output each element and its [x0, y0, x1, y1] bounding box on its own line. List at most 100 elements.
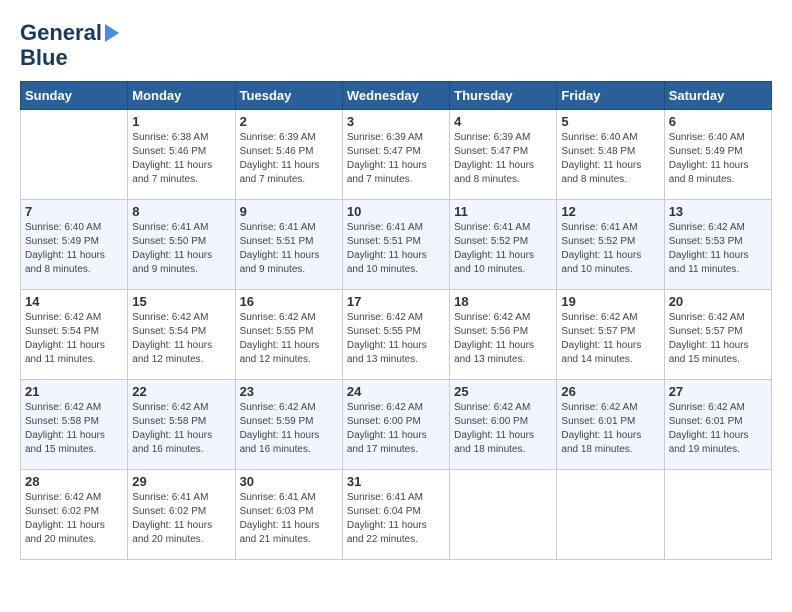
calendar-day-cell: 15Sunrise: 6:42 AMSunset: 5:54 PMDayligh… [128, 289, 235, 379]
calendar-day-cell [21, 109, 128, 199]
calendar-day-cell [557, 469, 664, 559]
day-number: 19 [561, 294, 659, 309]
calendar-header-saturday: Saturday [664, 81, 771, 109]
day-number: 9 [240, 204, 338, 219]
day-number: 27 [669, 384, 767, 399]
day-info: Sunrise: 6:41 AMSunset: 5:52 PMDaylight:… [561, 221, 659, 277]
calendar-day-cell: 11 Sunrise: 6:41 AMSunset: 5:52 PMDayligh… [450, 199, 557, 289]
day-number: 2 [240, 114, 338, 129]
calendar-day-cell: 23Sunrise: 6:42 AMSunset: 5:59 PMDayligh… [235, 379, 342, 469]
day-info: Sunrise: 6:42 AMSunset: 6:02 PMDaylight:… [25, 491, 123, 547]
day-info: Sunrise: 6:42 AMSunset: 5:57 PMDaylight:… [669, 311, 767, 367]
logo-general: General [20, 20, 102, 45]
day-number: 20 [669, 294, 767, 309]
calendar-day-cell: 9 Sunrise: 6:41 AMSunset: 5:51 PMDaylight… [235, 199, 342, 289]
day-number: 30 [240, 474, 338, 489]
day-number: 26 [561, 384, 659, 399]
calendar-day-cell: 10 Sunrise: 6:41 AMSunset: 5:51 PMDayligh… [342, 199, 449, 289]
day-number: 25 [454, 384, 552, 399]
day-number: 13 [669, 204, 767, 219]
day-info: Sunrise: 6:41 AMSunset: 5:51 PMDaylight:… [347, 221, 445, 277]
day-info: Sunrise: 6:42 AMSunset: 5:58 PMDaylight:… [25, 401, 123, 457]
calendar-day-cell: 30 Sunrise: 6:41 AMSunset: 6:03 PMDayligh… [235, 469, 342, 559]
calendar-header-tuesday: Tuesday [235, 81, 342, 109]
calendar-day-cell: 24 Sunrise: 6:42 AMSunset: 6:00 PMDayligh… [342, 379, 449, 469]
calendar-day-cell [450, 469, 557, 559]
calendar-day-cell: 28 Sunrise: 6:42 AMSunset: 6:02 PMDayligh… [21, 469, 128, 559]
day-info: Sunrise: 6:42 AMSunset: 6:01 PMDaylight:… [561, 401, 659, 457]
day-number: 24 [347, 384, 445, 399]
logo-arrow-icon [105, 24, 119, 42]
day-info: Sunrise: 6:42 AMSunset: 6:00 PMDaylight:… [454, 401, 552, 457]
day-info: Sunrise: 6:41 AMSunset: 6:02 PMDaylight:… [132, 491, 230, 547]
logo: General Blue [20, 20, 119, 71]
day-info: Sunrise: 6:40 AMSunset: 5:48 PMDaylight:… [561, 131, 659, 187]
calendar-day-cell: 2Sunrise: 6:39 AMSunset: 5:46 PMDaylight… [235, 109, 342, 199]
calendar-week-row: 14 Sunrise: 6:42 AMSunset: 5:54 PMDayligh… [21, 289, 772, 379]
day-info: Sunrise: 6:42 AMSunset: 5:56 PMDaylight:… [454, 311, 552, 367]
calendar-table: SundayMondayTuesdayWednesdayThursdayFrid… [20, 81, 772, 560]
calendar-header-wednesday: Wednesday [342, 81, 449, 109]
calendar-week-row: 21Sunrise: 6:42 AMSunset: 5:58 PMDayligh… [21, 379, 772, 469]
day-number: 16 [240, 294, 338, 309]
calendar-header-thursday: Thursday [450, 81, 557, 109]
calendar-day-cell: 27 Sunrise: 6:42 AMSunset: 6:01 PMDayligh… [664, 379, 771, 469]
day-info: Sunrise: 6:42 AMSunset: 5:55 PMDaylight:… [347, 311, 445, 367]
calendar-week-row: 7Sunrise: 6:40 AMSunset: 5:49 PMDaylight… [21, 199, 772, 289]
calendar-day-cell: 6Sunrise: 6:40 AMSunset: 5:49 PMDaylight… [664, 109, 771, 199]
day-info: Sunrise: 6:39 AMSunset: 5:47 PMDaylight:… [347, 131, 445, 187]
calendar-day-cell: 14 Sunrise: 6:42 AMSunset: 5:54 PMDayligh… [21, 289, 128, 379]
day-info: Sunrise: 6:41 AMSunset: 5:50 PMDaylight:… [132, 221, 230, 277]
calendar-day-cell: 3 Sunrise: 6:39 AMSunset: 5:47 PMDaylight… [342, 109, 449, 199]
day-info: Sunrise: 6:42 AMSunset: 5:57 PMDaylight:… [561, 311, 659, 367]
day-number: 15 [132, 294, 230, 309]
day-info: Sunrise: 6:41 AMSunset: 5:52 PMDaylight:… [454, 221, 552, 277]
calendar-day-cell: 17 Sunrise: 6:42 AMSunset: 5:55 PMDayligh… [342, 289, 449, 379]
calendar-day-cell: 1Sunrise: 6:38 AMSunset: 5:46 PMDaylight… [128, 109, 235, 199]
day-number: 10 [347, 204, 445, 219]
calendar-day-cell: 20 Sunrise: 6:42 AMSunset: 5:57 PMDayligh… [664, 289, 771, 379]
calendar-day-cell: 31Sunrise: 6:41 AMSunset: 6:04 PMDayligh… [342, 469, 449, 559]
day-info: Sunrise: 6:42 AMSunset: 5:58 PMDaylight:… [132, 401, 230, 457]
day-info: Sunrise: 6:42 AMSunset: 5:59 PMDaylight:… [240, 401, 338, 457]
day-number: 7 [25, 204, 123, 219]
calendar-day-cell: 5 Sunrise: 6:40 AMSunset: 5:48 PMDaylight… [557, 109, 664, 199]
day-info: Sunrise: 6:42 AMSunset: 5:54 PMDaylight:… [25, 311, 123, 367]
day-number: 4 [454, 114, 552, 129]
calendar-day-cell [664, 469, 771, 559]
day-info: Sunrise: 6:42 AMSunset: 5:53 PMDaylight:… [669, 221, 767, 277]
day-info: Sunrise: 6:38 AMSunset: 5:46 PMDaylight:… [132, 131, 230, 187]
calendar-day-cell: 29 Sunrise: 6:41 AMSunset: 6:02 PMDayligh… [128, 469, 235, 559]
day-number: 28 [25, 474, 123, 489]
day-number: 5 [561, 114, 659, 129]
day-number: 22 [132, 384, 230, 399]
calendar-header-friday: Friday [557, 81, 664, 109]
day-info: Sunrise: 6:42 AMSunset: 6:00 PMDaylight:… [347, 401, 445, 457]
day-number: 3 [347, 114, 445, 129]
calendar-header-row: SundayMondayTuesdayWednesdayThursdayFrid… [21, 81, 772, 109]
day-info: Sunrise: 6:41 AMSunset: 5:51 PMDaylight:… [240, 221, 338, 277]
day-number: 11 [454, 204, 552, 219]
calendar-day-cell: 16 Sunrise: 6:42 AMSunset: 5:55 PMDayligh… [235, 289, 342, 379]
day-info: Sunrise: 6:41 AMSunset: 6:04 PMDaylight:… [347, 491, 445, 547]
day-number: 17 [347, 294, 445, 309]
calendar-header-monday: Monday [128, 81, 235, 109]
calendar-day-cell: 7Sunrise: 6:40 AMSunset: 5:49 PMDaylight… [21, 199, 128, 289]
calendar-header-sunday: Sunday [21, 81, 128, 109]
page-header: General Blue [20, 20, 772, 71]
calendar-day-cell: 25 Sunrise: 6:42 AMSunset: 6:00 PMDayligh… [450, 379, 557, 469]
day-number: 14 [25, 294, 123, 309]
day-number: 8 [132, 204, 230, 219]
calendar-day-cell: 18 Sunrise: 6:42 AMSunset: 5:56 PMDayligh… [450, 289, 557, 379]
logo-blue: Blue [20, 45, 119, 70]
calendar-day-cell: 12Sunrise: 6:41 AMSunset: 5:52 PMDayligh… [557, 199, 664, 289]
day-info: Sunrise: 6:42 AMSunset: 5:55 PMDaylight:… [240, 311, 338, 367]
calendar-day-cell: 21Sunrise: 6:42 AMSunset: 5:58 PMDayligh… [21, 379, 128, 469]
day-info: Sunrise: 6:41 AMSunset: 6:03 PMDaylight:… [240, 491, 338, 547]
day-info: Sunrise: 6:39 AMSunset: 5:47 PMDaylight:… [454, 131, 552, 187]
day-number: 18 [454, 294, 552, 309]
calendar-day-cell: 13 Sunrise: 6:42 AMSunset: 5:53 PMDayligh… [664, 199, 771, 289]
day-number: 29 [132, 474, 230, 489]
day-info: Sunrise: 6:42 AMSunset: 6:01 PMDaylight:… [669, 401, 767, 457]
calendar-day-cell: 4 Sunrise: 6:39 AMSunset: 5:47 PMDaylight… [450, 109, 557, 199]
